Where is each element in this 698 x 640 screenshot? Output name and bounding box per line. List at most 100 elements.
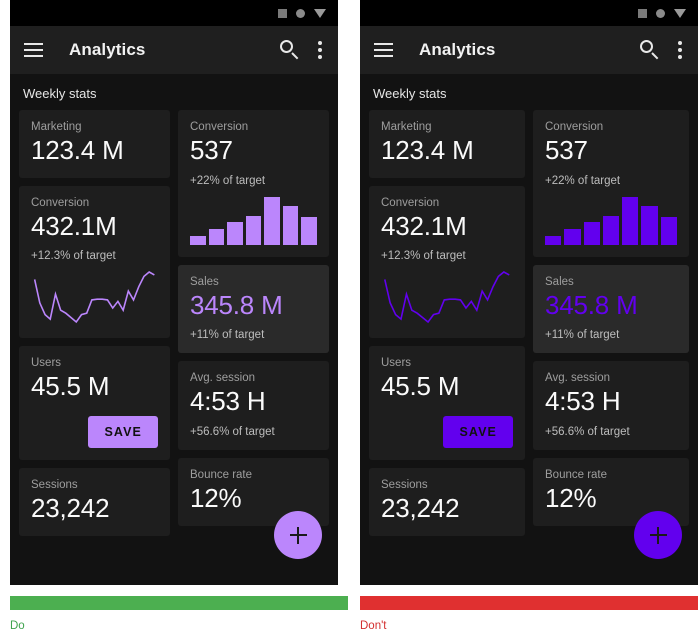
card-label: Users	[381, 357, 412, 370]
card-avg-session[interactable]: Avg. session 4:53 H +56.6% of target	[178, 361, 329, 451]
card-subtext: +12.3% of target	[381, 250, 466, 263]
card-label: Conversion	[545, 121, 604, 133]
status-bar	[10, 0, 338, 26]
bar	[190, 236, 206, 245]
search-icon[interactable]	[280, 40, 300, 60]
card-label: Sessions	[381, 479, 428, 492]
card-label: Bounce rate	[545, 469, 608, 482]
card-avg-session[interactable]: Avg. session 4:53 H +56.6% of target	[533, 361, 689, 451]
bar	[602, 215, 620, 245]
bar	[622, 196, 639, 245]
card-users[interactable]: Users 45.5 M SAVE	[19, 346, 170, 461]
card-label: Conversion	[31, 196, 90, 209]
verdict-label: Do	[10, 620, 25, 632]
bar	[208, 228, 225, 245]
card-label: Sales	[190, 275, 219, 288]
hamburger-menu-icon[interactable]	[24, 43, 43, 57]
page-title: Analytics	[69, 40, 146, 59]
card-label: Marketing	[31, 121, 82, 133]
bar	[564, 228, 581, 245]
triangle-down-icon	[314, 8, 326, 18]
bar	[641, 206, 658, 245]
save-button[interactable]: SAVE	[443, 416, 513, 449]
more-vert-icon[interactable]	[318, 41, 322, 59]
grid-column-right: Conversion 537 +22% of target Sales 345.…	[533, 110, 689, 536]
comparison-figure: Analytics Weekly stats Marketing 123.4 M…	[0, 0, 698, 640]
triangle-down-icon	[674, 8, 686, 18]
more-vert-icon[interactable]	[678, 41, 682, 59]
line-chart	[31, 268, 158, 326]
section-title: Weekly stats	[23, 86, 97, 101]
card-value: 23,242	[31, 493, 110, 524]
stats-grid: Marketing 123.4 M Conversion 432.1M +12.…	[19, 110, 329, 536]
card-subtext: +11% of target	[190, 329, 265, 342]
dashboard-content: Weekly stats Marketing 123.4 M Conversio…	[10, 74, 338, 585]
card-value: 345.8 M	[545, 289, 638, 320]
status-bar-icons	[638, 8, 686, 18]
card-value: 123.4 M	[31, 135, 124, 165]
card-sessions[interactable]: Sessions 23,242	[19, 468, 170, 536]
card-value: 45.5 M	[381, 371, 460, 402]
verdict-band	[360, 596, 698, 610]
card-sales[interactable]: Sales 345.8 M +11% of target	[533, 264, 689, 354]
bar-chart	[545, 196, 677, 245]
grid-column-left: Marketing 123.4 M Conversion 432.1M +12.…	[369, 110, 525, 536]
page-title: Analytics	[419, 40, 496, 59]
card-value: 12%	[190, 483, 242, 514]
circle-icon	[296, 8, 305, 18]
card-sessions[interactable]: Sessions 23,242	[369, 468, 525, 536]
card-label: Marketing	[381, 121, 432, 133]
search-icon[interactable]	[640, 40, 660, 60]
save-button[interactable]: SAVE	[88, 416, 158, 449]
card-label: Avg. session	[545, 372, 610, 385]
hamburger-menu-icon[interactable]	[374, 43, 393, 57]
card-subtext: +56.6% of target	[545, 426, 630, 439]
card-subtext: +22% of target	[190, 174, 266, 187]
app-bar: Analytics	[10, 26, 338, 74]
bar	[660, 216, 677, 245]
grid-column-left: Marketing 123.4 M Conversion 432.1M +12.…	[19, 110, 170, 536]
bar	[227, 221, 243, 245]
status-bar-icons	[278, 8, 326, 18]
phone-screen-do: Analytics Weekly stats Marketing 123.4 M…	[10, 0, 338, 585]
bar-chart	[190, 196, 318, 245]
bar	[301, 216, 318, 245]
card-users[interactable]: Users 45.5 M SAVE	[369, 346, 525, 461]
square-icon	[278, 8, 287, 18]
save-row: SAVE	[381, 416, 513, 449]
card-value: 537	[190, 135, 233, 165]
card-subtext: +56.6% of target	[190, 426, 275, 439]
verdict-band	[10, 596, 348, 610]
card-value: 345.8 M	[190, 289, 283, 320]
bar	[282, 206, 299, 245]
do-panel: Analytics Weekly stats Marketing 123.4 M…	[10, 0, 348, 640]
app-bar: Analytics	[360, 26, 698, 74]
bar	[264, 196, 280, 245]
card-label: Sessions	[31, 479, 78, 492]
card-subtext: +11% of target	[545, 329, 620, 342]
card-marketing[interactable]: Marketing 123.4 M	[19, 110, 170, 178]
card-conversion-bar[interactable]: Conversion 537 +22% of target	[533, 110, 689, 257]
phone-screen-dont: Analytics Weekly stats Marketing 123.4 M…	[360, 0, 698, 585]
card-value: 45.5 M	[31, 371, 110, 402]
card-label: Sales	[545, 275, 574, 288]
bar	[245, 215, 262, 245]
add-plus-icon[interactable]	[274, 511, 322, 559]
card-conversion-bar[interactable]: Conversion 537 +22% of target	[178, 110, 329, 257]
dont-panel: Analytics Weekly stats Marketing 123.4 M…	[360, 0, 698, 640]
card-conversion-line[interactable]: Conversion 432.1M +12.3% of target	[19, 185, 170, 339]
card-value: 4:53 H	[190, 386, 266, 417]
grid-column-right: Conversion 537 +22% of target Sales 345.…	[178, 110, 329, 536]
save-row: SAVE	[31, 416, 158, 449]
card-sales[interactable]: Sales 345.8 M +11% of target	[178, 264, 329, 354]
status-bar	[360, 0, 698, 26]
card-marketing[interactable]: Marketing 123.4 M	[369, 110, 525, 178]
card-conversion-line[interactable]: Conversion 432.1M +12.3% of target	[369, 185, 525, 339]
card-label: Conversion	[381, 196, 440, 209]
add-plus-icon[interactable]	[634, 511, 682, 559]
plus-glyph	[649, 526, 667, 544]
card-value: 432.1M	[31, 210, 117, 241]
verdict-label: Don't	[360, 620, 387, 632]
bar	[583, 221, 600, 245]
plus-glyph	[289, 526, 307, 544]
